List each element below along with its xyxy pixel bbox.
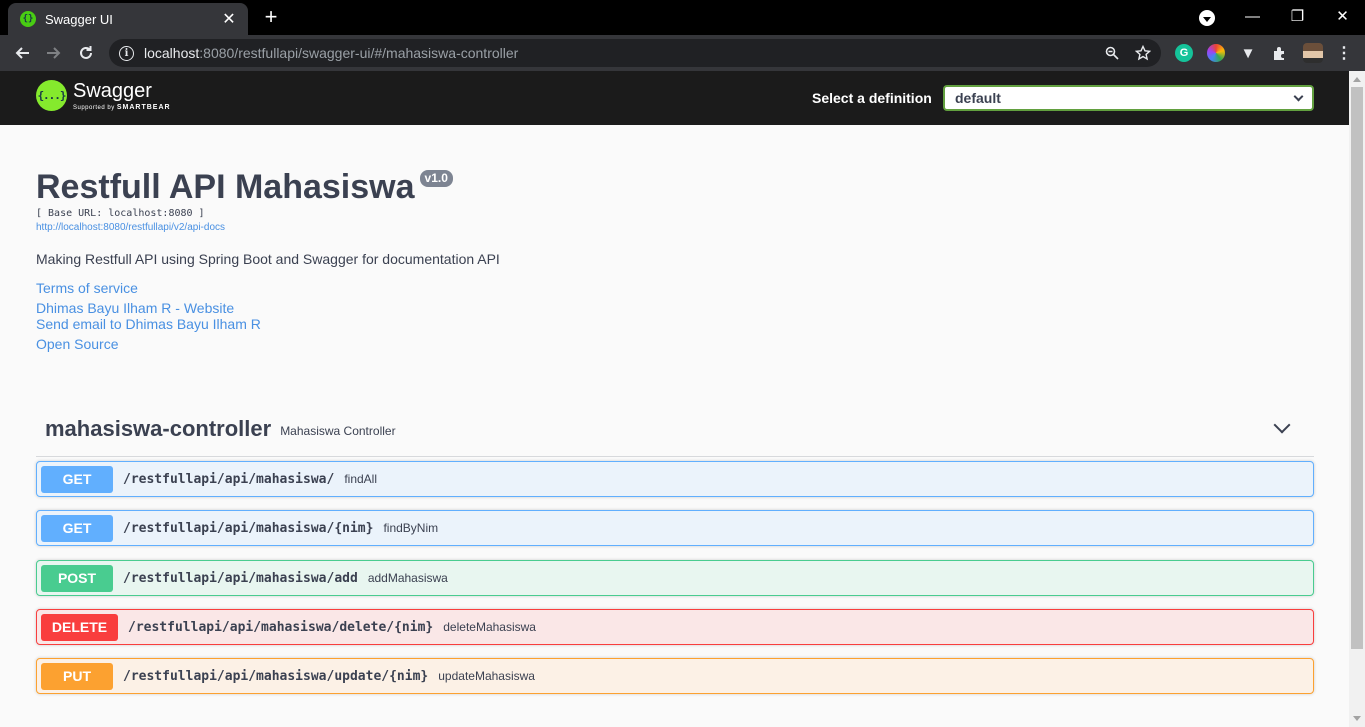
- method-badge: DELETE: [41, 613, 118, 641]
- operation-summary: updateMahasiswa: [438, 669, 535, 683]
- contact-email-link[interactable]: Send email to Dhimas Bayu Ilham R: [36, 316, 1316, 332]
- version-badge: v1.0: [419, 170, 453, 187]
- vue-devtools-extension-icon[interactable]: ▼: [1237, 42, 1259, 64]
- collapse-chevron-icon[interactable]: [1273, 416, 1291, 434]
- browser-tab[interactable]: {} Swagger UI ✕: [8, 3, 248, 35]
- operation-path: /restfullapi/api/mahasiswa/{nim}: [123, 520, 374, 536]
- swagger-favicon-icon: {}: [20, 11, 36, 27]
- new-tab-button[interactable]: +: [259, 5, 283, 29]
- color-picker-extension-icon[interactable]: [1205, 42, 1227, 64]
- page-viewport: {...} Swagger Supported by SMARTBEAR Sel…: [0, 71, 1349, 727]
- address-bar[interactable]: i localhost:8080/restfullapi/swagger-ui/…: [109, 39, 1161, 67]
- tag-section-header[interactable]: mahasiswa-controller Mahasiswa Controlle…: [36, 401, 1314, 457]
- api-docs-link[interactable]: http://localhost:8080/restfullapi/v2/api…: [36, 222, 1316, 233]
- swagger-logo-icon: {...}: [36, 80, 67, 111]
- tag-description: Mahasiswa Controller: [280, 423, 396, 438]
- scroll-thumb[interactable]: [1351, 87, 1363, 649]
- reload-icon[interactable]: [72, 39, 100, 67]
- back-arrow-icon[interactable]: [8, 39, 36, 67]
- tab-close-icon[interactable]: ✕: [220, 9, 238, 29]
- operation-path: /restfullapi/api/mahasiswa/update/{nim}: [123, 668, 429, 684]
- swagger-topbar: {...} Swagger Supported by SMARTBEAR Sel…: [0, 71, 1349, 125]
- operation-get-row[interactable]: GET/restfullapi/api/mahasiswa/findAll: [36, 461, 1314, 497]
- operation-put-row[interactable]: PUT/restfullapi/api/mahasiswa/update/{ni…: [36, 658, 1314, 694]
- scroll-up-arrow-icon[interactable]: [1353, 77, 1361, 82]
- logo-subtitle: Supported by SMARTBEAR: [73, 104, 171, 111]
- method-badge: POST: [41, 564, 113, 592]
- api-description: Making Restfull API using Spring Boot an…: [36, 251, 500, 267]
- extensions-puzzle-icon[interactable]: [1269, 42, 1291, 64]
- operation-summary: findByNim: [383, 521, 439, 535]
- browser-tab-strip: {} Swagger UI ✕ + — ❐ ✕: [0, 0, 1365, 35]
- operation-summary: addMahasiswa: [367, 571, 448, 585]
- minimize-button[interactable]: —: [1230, 0, 1275, 32]
- restore-button[interactable]: ❐: [1275, 0, 1320, 32]
- url-text: localhost:8080/restfullapi/swagger-ui/#/…: [144, 45, 519, 61]
- logo-name: Swagger: [73, 80, 152, 102]
- site-info-icon[interactable]: i: [119, 45, 134, 61]
- method-badge: PUT: [41, 662, 113, 690]
- swagger-logo[interactable]: {...} Swagger Supported by SMARTBEAR: [36, 80, 171, 111]
- definition-select[interactable]: default: [943, 85, 1314, 111]
- browser-toolbar: i localhost:8080/restfullapi/swagger-ui/…: [0, 35, 1365, 71]
- method-badge: GET: [41, 514, 113, 542]
- operation-summary: findAll: [344, 472, 378, 486]
- operation-path: /restfullapi/api/mahasiswa/add: [123, 570, 358, 586]
- operation-get-row[interactable]: GET/restfullapi/api/mahasiswa/{nim} findB…: [36, 510, 1314, 546]
- tab-title: Swagger UI: [45, 11, 113, 27]
- chevron-down-icon: [1293, 91, 1304, 101]
- operation-path: /restfullapi/api/mahasiswa/delete/{nim}: [128, 619, 434, 635]
- tab-search-icon[interactable]: [1199, 10, 1215, 26]
- definition-value: default: [955, 90, 1001, 106]
- tag-name: mahasiswa-controller: [45, 415, 272, 441]
- operation-delete-row[interactable]: DELETE/restfullapi/api/mahasiswa/delete/…: [36, 609, 1314, 645]
- profile-avatar[interactable]: [1302, 42, 1324, 64]
- page-title: Restfull API Mahasiswa: [36, 168, 415, 206]
- operation-post-row[interactable]: POST/restfullapi/api/mahasiswa/add addMah…: [36, 560, 1314, 596]
- forward-arrow-icon[interactable]: [40, 39, 68, 67]
- grammarly-extension-icon[interactable]: G: [1173, 42, 1195, 64]
- browser-menu-icon[interactable]: ⋮: [1334, 43, 1354, 63]
- definition-label: Select a definition: [812, 90, 932, 106]
- method-badge: GET: [41, 465, 113, 493]
- base-url: [ Base URL: localhost:8080 ]: [36, 208, 205, 219]
- contact-website-link[interactable]: Dhimas Bayu Ilham R - Website: [36, 300, 1316, 316]
- license-link[interactable]: Open Source: [36, 336, 1316, 352]
- terms-of-service-link[interactable]: Terms of service: [36, 280, 1316, 296]
- page-scrollbar[interactable]: [1349, 71, 1365, 727]
- api-info: Restfull API Mahasiswa v1.0 [ Base URL: …: [36, 167, 1316, 352]
- operation-path: /restfullapi/api/mahasiswa/: [123, 471, 335, 487]
- operation-summary: deleteMahasiswa: [443, 620, 536, 634]
- zoom-icon[interactable]: [1102, 43, 1122, 63]
- close-window-button[interactable]: ✕: [1320, 0, 1365, 32]
- scroll-down-arrow-icon[interactable]: [1353, 716, 1361, 721]
- bookmark-star-icon[interactable]: [1133, 43, 1153, 63]
